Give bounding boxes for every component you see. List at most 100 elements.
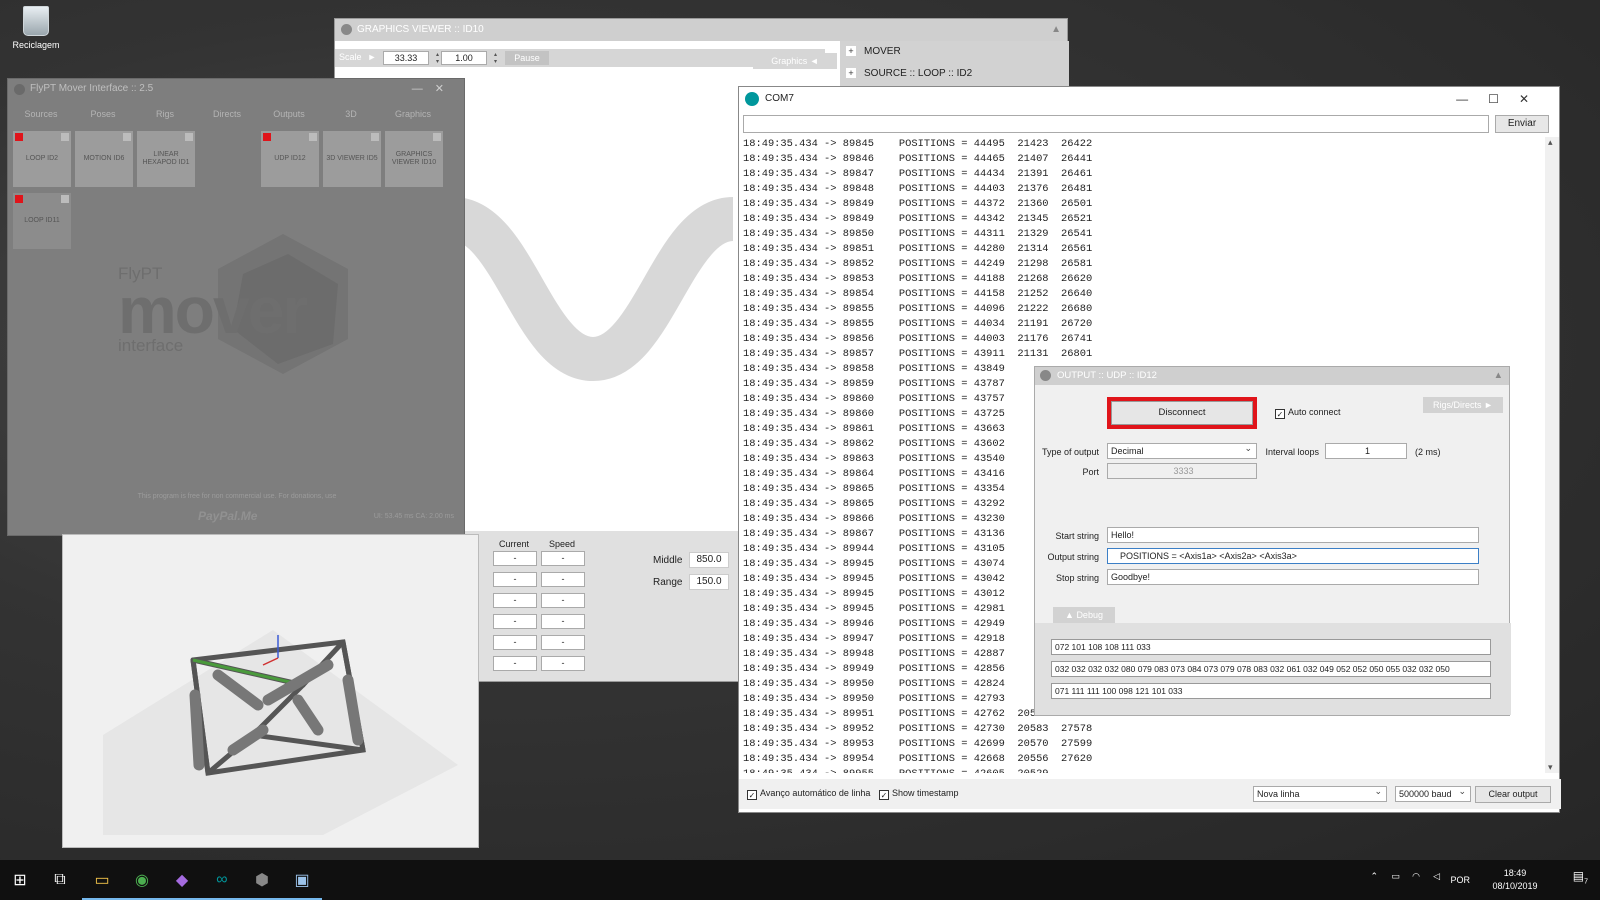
close-icon[interactable]: ✕	[435, 83, 456, 95]
output-string-input[interactable]: POSITIONS = <Axis1a> <Axis2a> <Axis3a>	[1107, 548, 1479, 564]
volume-icon[interactable]: ◁	[1433, 870, 1440, 883]
wifi-icon[interactable]: ◠	[1412, 870, 1420, 883]
graphics-toolbar: Scale► 33.33 1.00 Pause	[335, 49, 825, 67]
tile-3d-viewer[interactable]: 3D VIEWER ID5	[323, 131, 381, 187]
app-window-icon[interactable]: ▣	[290, 868, 314, 892]
log-line: 18:49:35.434 -> 89846 POSITIONS = 44465 …	[743, 153, 1093, 165]
close-icon[interactable]: ✕	[1519, 92, 1549, 106]
graphics-viewer-titlebar[interactable]: GRAPHICS VIEWER :: ID10 ▲	[335, 19, 1067, 41]
tile-motion-id6[interactable]: MOTION ID6	[75, 131, 133, 187]
rigs-directs-button[interactable]: Rigs/Directs ►	[1423, 397, 1503, 413]
send-button[interactable]: Enviar	[1495, 115, 1549, 133]
autoscroll-checkbox[interactable]: ✓ Avanço automático de linha	[747, 788, 870, 800]
tab-directs[interactable]: Directs	[196, 109, 258, 119]
arduino-icon	[745, 92, 759, 106]
maximize-icon[interactable]: ☐	[1488, 92, 1519, 106]
stop-string-label: Stop string	[1055, 573, 1099, 583]
mover-footer-text: This program is free for non commercial …	[137, 493, 337, 500]
arduino-icon[interactable]: ∞	[210, 868, 234, 892]
minimize-icon[interactable]: —	[412, 83, 435, 95]
file-explorer-icon[interactable]: ▭	[90, 868, 114, 892]
windows-start-icon[interactable]: ⊞	[8, 868, 32, 892]
tile-loop-id11[interactable]: LOOP ID11	[13, 193, 71, 249]
pause-button[interactable]: Pause	[505, 51, 549, 65]
clear-output-button[interactable]: Clear output	[1475, 786, 1551, 803]
port-input[interactable]: 3333	[1107, 463, 1257, 479]
notifications-icon[interactable]: ▤7	[1573, 869, 1588, 888]
taskbar: ⊞ ⧉ ▭ ◉ ◆ ∞ ⬢ ▣ ⌃ ▭ ◠ ◁ POR 18:49 08/10/2…	[0, 860, 1600, 900]
baud-rate-select[interactable]: 500000 baud	[1395, 784, 1471, 802]
start-string-input[interactable]: Hello!	[1107, 527, 1479, 543]
debug-panel: 072 101 108 108 111 033 032 032 032 032 …	[1035, 623, 1511, 715]
recycle-bin[interactable]: Reciclagem	[8, 6, 64, 50]
speed-cell: -	[541, 656, 585, 671]
speed-cell: -	[541, 635, 585, 650]
debug-tab[interactable]: ▲ Debug	[1053, 607, 1115, 623]
tile-loop-id2[interactable]: LOOP ID2	[13, 131, 71, 187]
serial-footer: ✓ Avanço automático de linha ✓ Show timest…	[739, 779, 1561, 809]
serial-title: COM7	[765, 93, 794, 104]
clock[interactable]: 18:49 08/10/2019	[1480, 867, 1550, 893]
current-cell: -	[493, 656, 537, 671]
chrome-icon[interactable]: ◉	[130, 868, 154, 892]
3d-viewer-window[interactable]	[62, 534, 479, 848]
timestamp-checkbox[interactable]: ✓ Show timestamp	[879, 788, 959, 800]
battery-icon[interactable]: ▭	[1391, 870, 1400, 883]
tab-rigs[interactable]: Rigs	[134, 109, 196, 119]
serial-scrollbar[interactable]	[1545, 137, 1559, 773]
language-indicator[interactable]: POR	[1450, 874, 1470, 887]
list-item-mover[interactable]: MOVER	[840, 41, 1069, 63]
settings-indicator[interactable]	[123, 133, 131, 141]
output-udp-window: OUTPUT :: UDP :: ID12 ▲ Disconnect ✓ Auto…	[1034, 366, 1511, 716]
line-ending-select[interactable]: Nova linha	[1253, 784, 1387, 802]
task-view-icon[interactable]: ⧉	[48, 868, 72, 892]
disconnect-button[interactable]: Disconnect	[1111, 401, 1253, 425]
settings-indicator[interactable]	[61, 133, 69, 141]
settings-indicator[interactable]	[185, 133, 193, 141]
serial-send-input[interactable]	[743, 115, 1489, 133]
auto-connect-checkbox[interactable]: ✓ Auto connect	[1275, 407, 1341, 419]
mover-titlebar[interactable]: FlyPT Mover Interface :: 2.5 —✕	[8, 79, 464, 99]
settings-indicator[interactable]	[61, 195, 69, 203]
tab-graphics[interactable]: Graphics	[382, 109, 444, 119]
scale-label[interactable]: Scale ►	[339, 52, 376, 62]
interval-loops-input[interactable]: 1	[1325, 443, 1407, 459]
debug-stop-bytes: 071 111 111 100 098 121 101 033	[1051, 683, 1491, 699]
minimize-icon[interactable]: —	[1456, 92, 1488, 106]
tab-outputs[interactable]: Outputs	[258, 109, 320, 119]
graphics-toggle-button[interactable]: Graphics ◄	[753, 53, 837, 69]
flypt-mover-icon[interactable]: ⬢	[250, 868, 274, 892]
tab-sources[interactable]: Sources	[10, 109, 72, 119]
middle-input[interactable]: 850.0	[689, 552, 729, 568]
settings-indicator[interactable]	[309, 133, 317, 141]
serial-titlebar[interactable]: COM7 —☐✕	[739, 87, 1559, 111]
collapse-up-icon[interactable]: ▲	[1051, 19, 1061, 41]
scale-input[interactable]: 33.33	[383, 51, 440, 65]
current-cell: -	[493, 635, 537, 650]
mover-tabs: Sources Poses Rigs Directs Outputs 3D Gr…	[8, 109, 466, 123]
output-titlebar[interactable]: OUTPUT :: UDP :: ID12 ▲	[1035, 367, 1509, 385]
log-line: 18:49:35.434 -> 89857 POSITIONS = 43911 …	[743, 348, 1093, 360]
tab-poses[interactable]: Poses	[72, 109, 134, 119]
paypal-link[interactable]: PayPal.Me	[198, 509, 257, 523]
tile-graphics-viewer[interactable]: GRAPHICS VIEWER ID10	[385, 131, 443, 187]
list-item-source-loop[interactable]: SOURCE :: LOOP :: ID2	[840, 63, 1069, 85]
interval-loops-label: Interval loops	[1265, 447, 1319, 457]
tile-linear-hexapod[interactable]: LINEAR HEXAPOD ID1	[137, 131, 195, 187]
mover-title: FlyPT Mover Interface :: 2.5	[30, 83, 154, 94]
collapse-up-icon[interactable]: ▲	[1494, 367, 1503, 385]
visual-studio-icon[interactable]: ◆	[170, 868, 194, 892]
settings-indicator[interactable]	[371, 133, 379, 141]
recycle-bin-label: Reciclagem	[12, 40, 60, 50]
scale2-input[interactable]: 1.00	[441, 51, 498, 65]
range-input[interactable]: 150.0	[689, 574, 729, 590]
tile-udp-id12[interactable]: UDP ID12	[261, 131, 319, 187]
settings-indicator[interactable]	[433, 133, 441, 141]
type-of-output-select[interactable]: Decimal	[1107, 441, 1257, 459]
port-label: Port	[1082, 467, 1099, 477]
range-row: Range 150.0	[653, 574, 729, 590]
speed-cell: -	[541, 551, 585, 566]
tab-3d[interactable]: 3D	[320, 109, 382, 119]
stop-string-input[interactable]: Goodbye!	[1107, 569, 1479, 585]
tray-chevron-icon[interactable]: ⌃	[1370, 870, 1378, 883]
